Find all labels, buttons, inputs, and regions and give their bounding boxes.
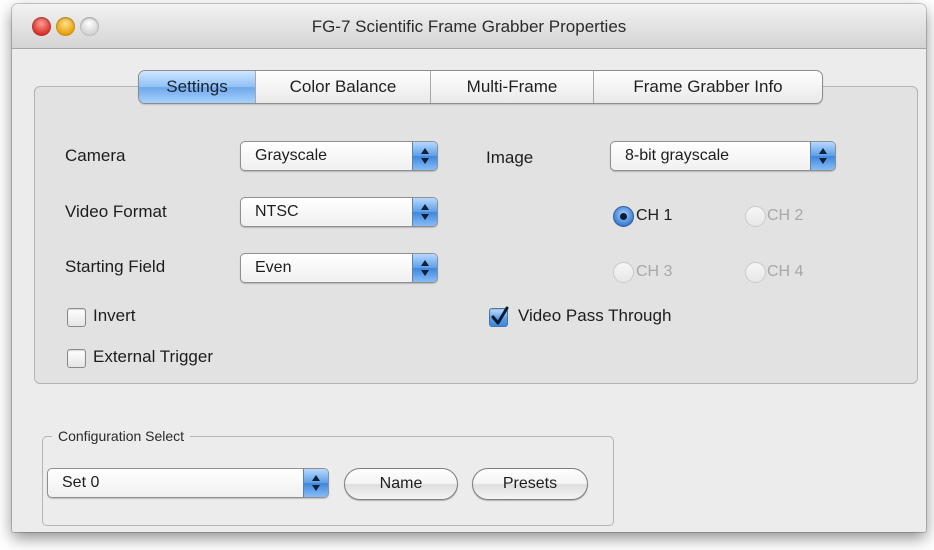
settings-tab-pane <box>34 86 918 384</box>
external-trigger-label: External Trigger <box>93 347 213 366</box>
starting-field-label: Starting Field <box>65 257 166 276</box>
ch1-radio[interactable] <box>613 206 634 227</box>
popup-arrows-icon <box>412 142 437 170</box>
ch2-label: CH 2 <box>767 207 804 224</box>
camera-popup[interactable]: Grayscale <box>240 141 438 171</box>
video-format-label: Video Format <box>65 202 167 221</box>
popup-arrows-icon <box>412 254 437 282</box>
window-title: FG-7 Scientific Frame Grabber Properties <box>311 17 627 36</box>
tab-color-balance[interactable]: Color Balance <box>255 71 430 103</box>
checkmark-icon <box>491 306 509 325</box>
ch4-radio[interactable] <box>745 262 766 283</box>
ch2-radio[interactable] <box>745 206 766 227</box>
presets-button[interactable]: Presets <box>472 468 588 500</box>
configuration-set-popup[interactable]: Set 0 <box>47 468 329 498</box>
popup-arrows-icon <box>412 198 437 226</box>
ch3-radio[interactable] <box>613 262 634 283</box>
ch4-label: CH 4 <box>767 263 804 280</box>
properties-window: FG-7 Scientific Frame Grabber Properties… <box>12 4 926 532</box>
image-popup-value: 8-bit grayscale <box>625 147 730 164</box>
image-popup[interactable]: 8-bit grayscale <box>610 141 836 171</box>
configuration-select-title: Configuration Select <box>52 428 191 444</box>
name-button[interactable]: Name <box>344 468 458 500</box>
popup-arrows-icon <box>303 469 328 497</box>
video-format-popup[interactable]: NTSC <box>240 197 438 227</box>
radio-dot-icon <box>620 213 627 220</box>
popup-arrows-icon <box>810 142 835 170</box>
title-bar[interactable]: FG-7 Scientific Frame Grabber Properties <box>12 4 926 49</box>
tab-multi-frame[interactable]: Multi-Frame <box>430 71 593 103</box>
tab-frame-grabber-info[interactable]: Frame Grabber Info <box>593 71 822 103</box>
video-pass-through-checkbox[interactable] <box>489 306 509 327</box>
tab-settings[interactable]: Settings <box>139 71 255 103</box>
invert-checkbox[interactable] <box>67 308 86 327</box>
external-trigger-checkbox[interactable] <box>67 349 86 368</box>
starting-field-popup[interactable]: Even <box>240 253 438 283</box>
configuration-set-value: Set 0 <box>62 474 100 491</box>
starting-field-popup-value: Even <box>255 259 292 276</box>
ch3-label: CH 3 <box>636 263 673 280</box>
tab-bar: Settings Color Balance Multi-Frame Frame… <box>138 70 823 104</box>
ch1-label: CH 1 <box>636 207 673 224</box>
camera-popup-value: Grayscale <box>255 147 328 164</box>
video-format-popup-value: NTSC <box>255 203 299 220</box>
image-label: Image <box>486 148 534 167</box>
video-pass-through-label: Video Pass Through <box>518 306 672 325</box>
invert-label: Invert <box>93 306 136 325</box>
camera-label: Camera <box>65 146 126 165</box>
